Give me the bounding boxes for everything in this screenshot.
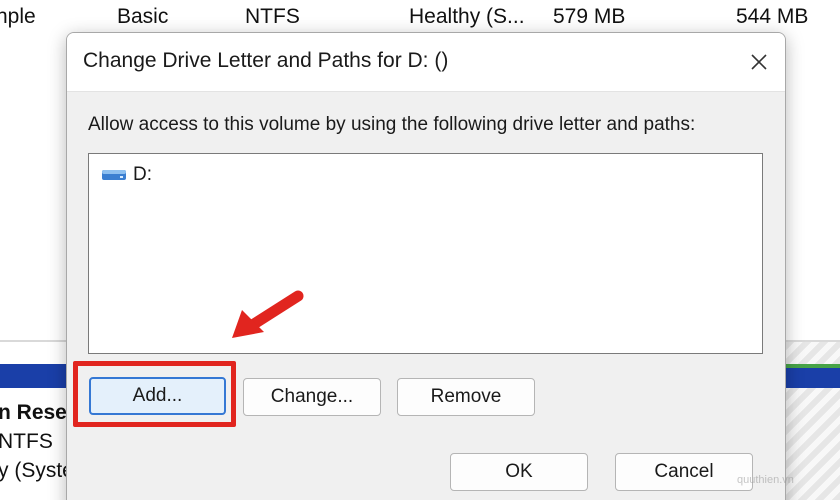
change-drive-letter-dialog: Change Drive Letter and Paths for D: () …: [66, 32, 786, 500]
volume-row[interactable]: nple Basic NTFS Healthy (S... 579 MB 544…: [0, 0, 840, 34]
remove-button[interactable]: Remove: [397, 378, 535, 416]
volume-free-space: 544 MB: [736, 5, 809, 28]
change-button[interactable]: Change...: [243, 378, 381, 416]
volume-layout: nple: [0, 5, 36, 28]
volume-capacity: 579 MB: [553, 5, 626, 28]
dialog-title: Change Drive Letter and Paths for D: (): [83, 49, 449, 72]
watermark: quuthien.vn: [737, 474, 794, 486]
dialog-body: Allow access to this volume by using the…: [67, 92, 785, 500]
screen: nple Basic NTFS Healthy (S... 579 MB 544…: [0, 0, 840, 500]
path-label: D:: [133, 164, 152, 185]
close-button[interactable]: [739, 42, 779, 82]
drive-icon: [101, 167, 127, 183]
close-icon: [751, 54, 767, 70]
volume-file-system: NTFS: [245, 5, 300, 28]
paths-list[interactable]: D:: [88, 153, 763, 354]
cancel-button[interactable]: Cancel: [615, 453, 753, 491]
partition-green-stripe: [786, 364, 840, 368]
volume-status: Healthy (S...: [409, 5, 525, 28]
dialog-titlebar[interactable]: Change Drive Letter and Paths for D: (): [67, 33, 785, 92]
add-button[interactable]: Add...: [89, 377, 226, 415]
list-item[interactable]: D:: [101, 164, 152, 186]
volume-type: Basic: [117, 5, 169, 28]
instruction-text: Allow access to this volume by using the…: [88, 114, 696, 135]
ok-button[interactable]: OK: [450, 453, 588, 491]
